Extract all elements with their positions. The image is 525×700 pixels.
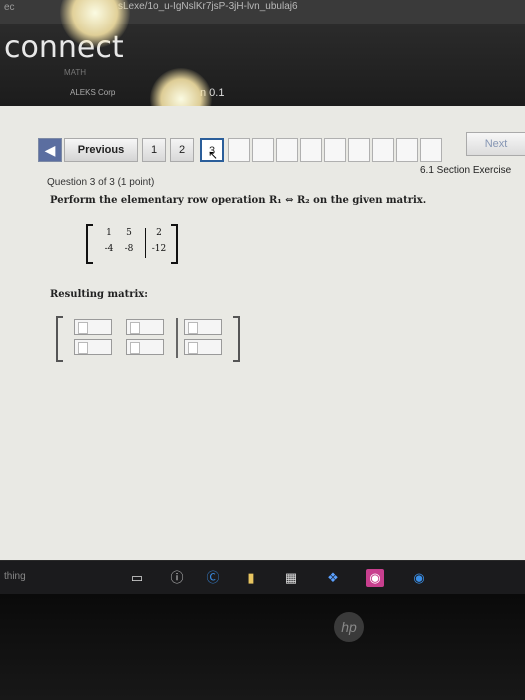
- url-text[interactable]: sLexe/1o_u-IgNslKr7jsP-3jH-lvn_ubulaj6: [118, 1, 298, 12]
- task-view-icon[interactable]: ▭: [128, 569, 146, 587]
- matrix-cell: -4: [104, 244, 114, 254]
- previous-arrow-button[interactable]: ◀: [38, 138, 62, 162]
- math-sublogo: MATH: [64, 68, 87, 77]
- app-w-icon[interactable]: ◉: [366, 569, 384, 587]
- right-bracket: [171, 224, 178, 264]
- answer-input-r2c1[interactable]: [74, 339, 112, 355]
- firefox-icon[interactable]: ◉: [410, 569, 428, 587]
- question-nav: ◀ Previous 1 2 3 Next: [38, 132, 525, 164]
- augment-bar: [145, 228, 146, 258]
- previous-button[interactable]: Previous: [64, 138, 138, 162]
- augment-bar: [176, 318, 178, 358]
- question-slot[interactable]: [372, 138, 394, 162]
- matrix-cell: -12: [151, 244, 167, 254]
- question-slot[interactable]: [300, 138, 322, 162]
- dropbox-icon[interactable]: ❖: [324, 569, 342, 587]
- tab-fragment[interactable]: ec: [4, 2, 15, 13]
- question-prompt: Perform the elementary row operation R₁ …: [50, 195, 427, 206]
- resulting-matrix-label: Resulting matrix:: [50, 289, 148, 300]
- answer-matrix: [56, 316, 240, 362]
- question-1-button[interactable]: 1: [142, 138, 166, 162]
- next-button[interactable]: Next: [466, 132, 525, 156]
- answer-input-r2c2[interactable]: [126, 339, 164, 355]
- hp-logo: hp: [334, 612, 364, 642]
- question-slot[interactable]: [396, 138, 418, 162]
- store-icon[interactable]: ▦: [282, 569, 300, 587]
- matrix-cell: 2: [156, 228, 162, 238]
- right-bracket: [233, 316, 240, 362]
- header-subtext: ALEKS Corp: [70, 88, 116, 97]
- question-2-button[interactable]: 2: [170, 138, 194, 162]
- question-slot[interactable]: [276, 138, 298, 162]
- question-slot[interactable]: [228, 138, 250, 162]
- section-label: 6.1 Section Exercise: [420, 165, 512, 176]
- question-slot[interactable]: [324, 138, 346, 162]
- answer-input-r1c1[interactable]: [74, 319, 112, 335]
- windows-taskbar: thing ▭ ⓘ Ⓒ ▮ ▦ ❖ ◉ ◉: [0, 560, 525, 595]
- laptop-bezel: [0, 594, 525, 700]
- left-bracket: [56, 316, 63, 362]
- matrix-cell: 1: [106, 228, 112, 238]
- answer-input-r2c3[interactable]: [184, 339, 222, 355]
- given-matrix: 1 5 2 -4 -8 -12: [86, 224, 178, 264]
- matrix-cell: -8: [124, 244, 134, 254]
- question-slot[interactable]: [348, 138, 370, 162]
- matrix-cell: 5: [126, 228, 132, 238]
- edge-browser-icon[interactable]: Ⓒ: [204, 569, 222, 587]
- taskbar-search-text[interactable]: thing: [4, 571, 26, 582]
- question-slot[interactable]: [420, 138, 442, 162]
- question-number: Question 3 of 3 (1 point): [47, 177, 155, 188]
- mouse-cursor-icon: ↖: [208, 148, 219, 162]
- question-slot[interactable]: [252, 138, 274, 162]
- cortana-icon[interactable]: ⓘ: [168, 569, 186, 587]
- file-explorer-icon[interactable]: ▮: [242, 569, 260, 587]
- answer-input-r1c3[interactable]: [184, 319, 222, 335]
- left-bracket: [86, 224, 93, 264]
- chevron-left-icon: ◀: [44, 142, 56, 158]
- answer-input-r1c2[interactable]: [126, 319, 164, 335]
